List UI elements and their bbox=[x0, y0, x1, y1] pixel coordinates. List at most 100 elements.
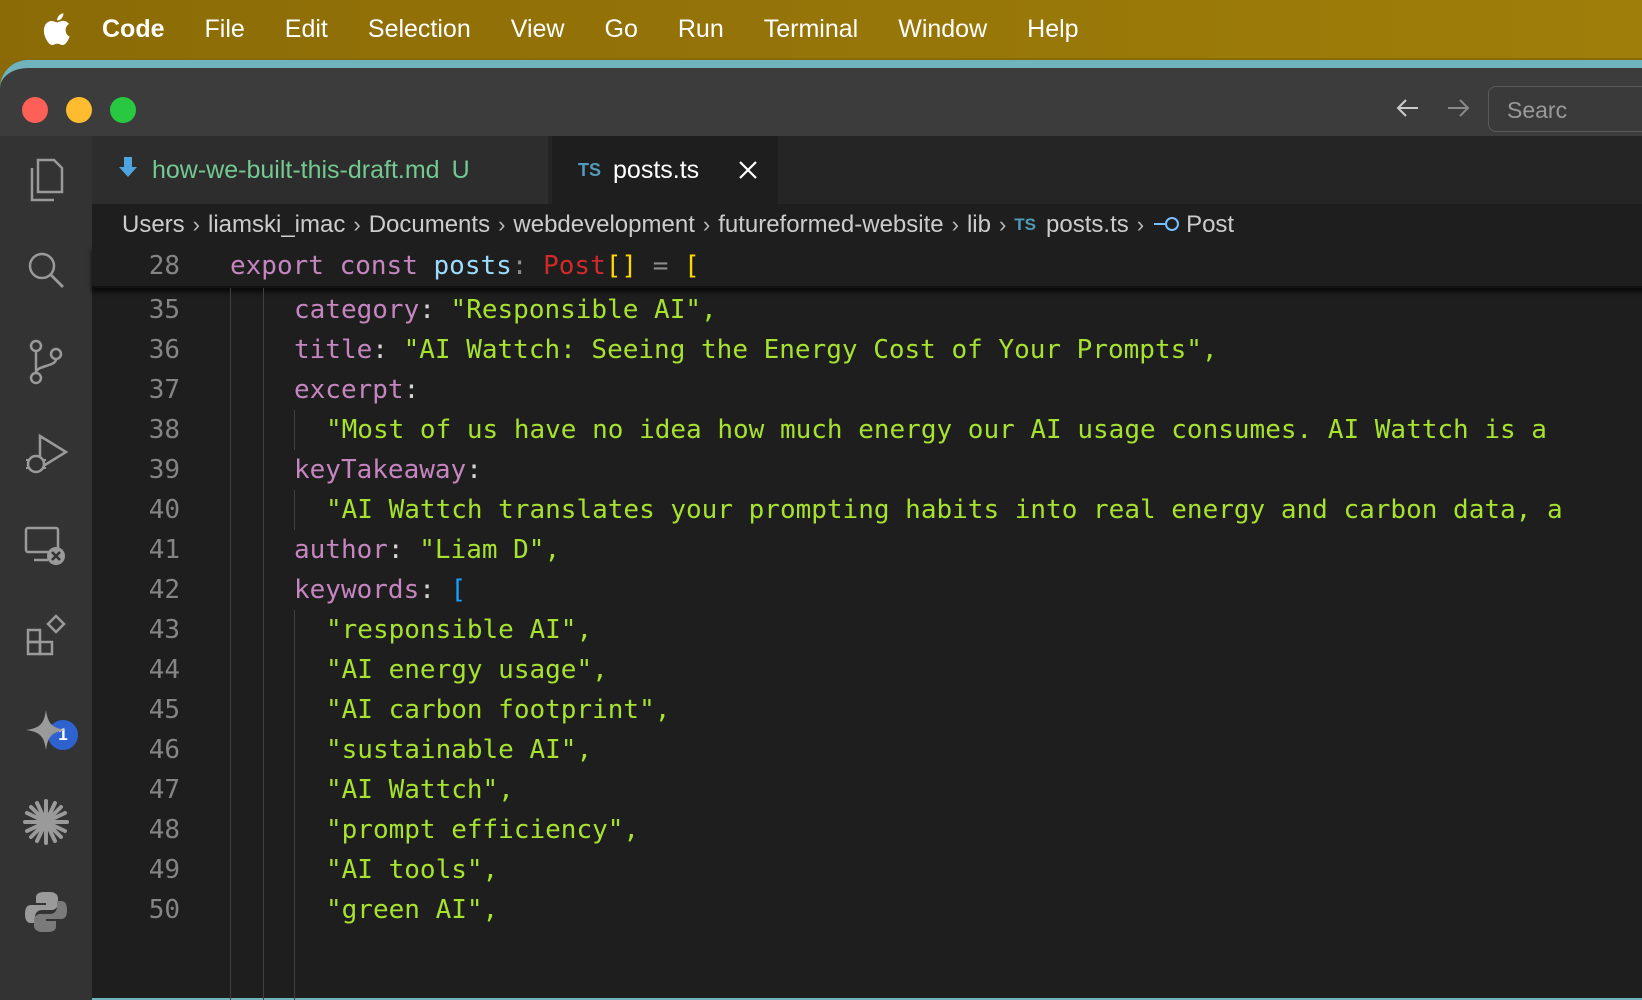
chevron-right-icon: › bbox=[1136, 212, 1145, 237]
line-number: 49 bbox=[148, 855, 180, 885]
back-arrow-icon[interactable] bbox=[1390, 90, 1426, 126]
code-text: "green AI", bbox=[326, 895, 499, 925]
command-center-search[interactable]: Searc bbox=[1488, 86, 1642, 132]
line-number: 43 bbox=[148, 615, 180, 645]
line-number: 41 bbox=[148, 535, 180, 565]
code-line: 47 "AI Wattch", bbox=[92, 770, 1642, 810]
code-text: category: "Responsible AI", bbox=[294, 295, 717, 325]
apple-logo-icon[interactable] bbox=[36, 9, 76, 49]
breadcrumb-item-documents[interactable]: Documents bbox=[369, 211, 490, 239]
code-line: 48 "prompt efficiency", bbox=[92, 810, 1642, 850]
tab-posts-ts[interactable]: TS posts.ts bbox=[552, 136, 778, 204]
line-number: 42 bbox=[148, 575, 180, 605]
breadcrumb: Users › liamski_imac › Documents › webde… bbox=[92, 204, 1642, 246]
menu-selection[interactable]: Selection bbox=[368, 15, 471, 44]
claude-starburst-icon[interactable] bbox=[18, 794, 74, 850]
close-tab-icon[interactable] bbox=[734, 156, 762, 184]
search-icon[interactable] bbox=[18, 242, 74, 298]
titlebar: Searc bbox=[0, 60, 1642, 136]
source-control-icon[interactable] bbox=[18, 334, 74, 390]
code-text: "AI carbon footprint", bbox=[326, 695, 671, 725]
chevron-right-icon: › bbox=[192, 212, 200, 237]
menu-window[interactable]: Window bbox=[898, 15, 987, 44]
code-editor[interactable]: 35 category: "Responsible AI", 36 title:… bbox=[92, 288, 1642, 1000]
tab-how-we-built-this-draft[interactable]: how-we-built-this-draft.md U bbox=[92, 136, 548, 204]
chevron-right-icon: › bbox=[702, 212, 711, 237]
code-line: 45 "AI carbon footprint", bbox=[92, 690, 1642, 730]
sticky-scroll-line[interactable]: 28 export const posts: Post[] = [ bbox=[92, 246, 1642, 288]
editor-tab-bar: how-we-built-this-draft.md U TS posts.ts bbox=[92, 136, 1642, 204]
code-line: 35 category: "Responsible AI", bbox=[92, 290, 1642, 330]
menu-run[interactable]: Run bbox=[678, 15, 724, 44]
line-number: 37 bbox=[148, 375, 180, 405]
chevron-right-icon: › bbox=[353, 212, 361, 237]
code-text: title: "AI Wattch: Seeing the Energy Cos… bbox=[294, 335, 1218, 365]
line-number: 35 bbox=[148, 295, 180, 325]
breadcrumb-item-webdevelopment[interactable]: webdevelopment bbox=[513, 211, 694, 239]
close-window-button[interactable] bbox=[22, 97, 48, 123]
menu-view[interactable]: View bbox=[511, 15, 565, 44]
remote-explorer-icon[interactable] bbox=[18, 518, 74, 574]
code-line: 46 "sustainable AI", bbox=[92, 730, 1642, 770]
chevron-right-icon: › bbox=[498, 212, 506, 237]
breadcrumb-item-liamski-imac[interactable]: liamski_imac bbox=[208, 211, 345, 239]
extensions-icon[interactable] bbox=[18, 608, 74, 664]
breadcrumb-item-futureformed-website[interactable]: futureformed-website bbox=[718, 211, 943, 239]
code-text: keyTakeaway: bbox=[294, 455, 482, 485]
breadcrumb-item-users[interactable]: Users bbox=[122, 211, 185, 239]
line-number: 48 bbox=[148, 815, 180, 845]
chevron-right-icon: › bbox=[951, 212, 959, 237]
menu-go[interactable]: Go bbox=[605, 15, 638, 44]
breadcrumb-item-lib[interactable]: lib bbox=[967, 211, 991, 239]
tab-label: posts.ts bbox=[613, 155, 700, 184]
python-icon[interactable] bbox=[18, 884, 74, 940]
chevron-right-icon: › bbox=[998, 212, 1007, 237]
code-text: "responsible AI", bbox=[326, 615, 593, 645]
code-line: 42 keywords: [ bbox=[92, 570, 1642, 610]
code-text: keywords: [ bbox=[294, 575, 467, 605]
code-text: export const posts: Post[] = [ bbox=[230, 251, 700, 281]
code-line: 39 keyTakeaway: bbox=[92, 450, 1642, 490]
macos-menubar: Code File Edit Selection View Go Run Ter… bbox=[0, 0, 1642, 58]
line-number: 50 bbox=[148, 895, 180, 925]
code-text: "AI Wattch translates your prompting hab… bbox=[326, 495, 1563, 525]
code-line: 43 "responsible AI", bbox=[92, 610, 1642, 650]
menu-terminal[interactable]: Terminal bbox=[764, 15, 858, 44]
line-number: 45 bbox=[148, 695, 180, 725]
code-line: 50 "green AI", bbox=[92, 890, 1642, 930]
vscode-window: Searc 1 how-we-built-this-draft.md U TS … bbox=[0, 60, 1642, 1000]
code-text: "prompt efficiency", bbox=[326, 815, 640, 845]
code-text: author: "Liam D", bbox=[294, 535, 561, 565]
breadcrumb-item-symbol[interactable]: Post bbox=[1186, 211, 1234, 239]
explorer-files-icon[interactable] bbox=[18, 152, 74, 208]
menu-edit[interactable]: Edit bbox=[285, 15, 328, 44]
markdown-arrow-icon bbox=[118, 155, 138, 186]
menu-file[interactable]: File bbox=[205, 15, 245, 44]
code-text: "sustainable AI", bbox=[326, 735, 593, 765]
code-text: "AI energy usage", bbox=[326, 655, 608, 685]
code-text: excerpt: bbox=[294, 375, 420, 405]
copilot-sparkle-icon[interactable] bbox=[18, 702, 74, 758]
line-number: 28 bbox=[148, 251, 180, 281]
line-number: 36 bbox=[148, 335, 180, 365]
run-debug-icon[interactable] bbox=[18, 426, 74, 482]
line-number: 38 bbox=[148, 415, 180, 445]
breadcrumb-item-file[interactable]: posts.ts bbox=[1046, 211, 1129, 239]
forward-arrow-icon[interactable] bbox=[1440, 90, 1476, 126]
menu-app-code[interactable]: Code bbox=[102, 15, 165, 44]
symbol-variable-icon bbox=[1152, 211, 1180, 239]
line-number: 39 bbox=[148, 455, 180, 485]
code-line: 36 title: "AI Wattch: Seeing the Energy … bbox=[92, 330, 1642, 370]
typescript-icon: TS bbox=[1014, 215, 1037, 234]
activity-bar: 1 bbox=[0, 136, 92, 1000]
code-line: 44 "AI energy usage", bbox=[92, 650, 1642, 690]
menu-help[interactable]: Help bbox=[1027, 15, 1078, 44]
untracked-status-badge: U bbox=[451, 155, 470, 184]
tab-label: how-we-built-this-draft.md bbox=[152, 155, 440, 184]
minimize-window-button[interactable] bbox=[66, 97, 92, 123]
line-number: 46 bbox=[148, 735, 180, 765]
code-line: 49 "AI tools", bbox=[92, 850, 1642, 890]
code-line: 40 "AI Wattch translates your prompting … bbox=[92, 490, 1642, 530]
zoom-window-button[interactable] bbox=[110, 97, 136, 123]
code-line: 38 "Most of us have no idea how much ene… bbox=[92, 410, 1642, 450]
